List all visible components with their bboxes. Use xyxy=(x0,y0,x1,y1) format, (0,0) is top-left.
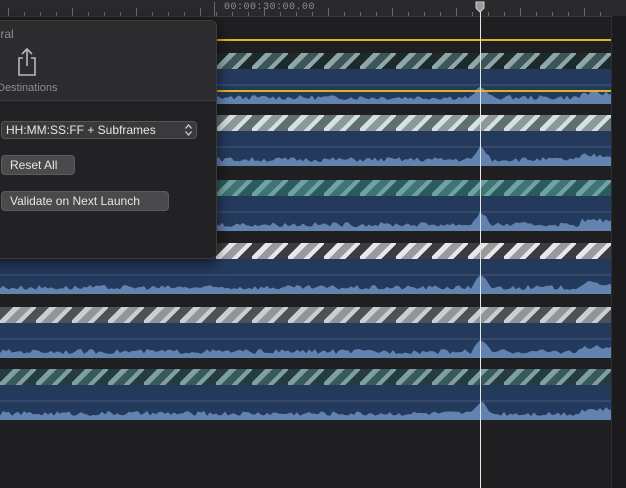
destinations-label: Destinations xyxy=(0,82,58,94)
playhead-line[interactable] xyxy=(480,10,481,488)
playhead-handle-icon[interactable] xyxy=(475,1,485,13)
clip-waveform xyxy=(0,338,626,358)
preferences-window: neral Destinations HH:MM:SS:FF + Subfram… xyxy=(0,20,217,259)
reset-all-button[interactable]: Reset All xyxy=(1,155,75,175)
clip-filmstrip xyxy=(0,307,626,323)
clip-filmstrip xyxy=(0,369,626,385)
clip-waveform xyxy=(0,400,626,420)
preferences-toolbar: neral Destinations xyxy=(0,21,216,101)
toolbar-item-destinations[interactable]: Destinations xyxy=(0,45,58,95)
validate-on-next-launch-button[interactable]: Validate on Next Launch xyxy=(1,191,169,211)
timeline-clip[interactable] xyxy=(0,369,626,420)
preferences-title: neral xyxy=(0,27,14,41)
chevron-updown-icon xyxy=(185,124,192,136)
share-icon xyxy=(18,47,36,76)
vertical-scrollbar[interactable] xyxy=(611,16,626,488)
clip-waveform xyxy=(0,274,626,294)
timeline-clip[interactable] xyxy=(0,307,626,358)
timecode-format-value: HH:MM:SS:FF + Subframes xyxy=(6,123,156,137)
timecode-format-select[interactable]: HH:MM:SS:FF + Subframes xyxy=(1,121,197,139)
